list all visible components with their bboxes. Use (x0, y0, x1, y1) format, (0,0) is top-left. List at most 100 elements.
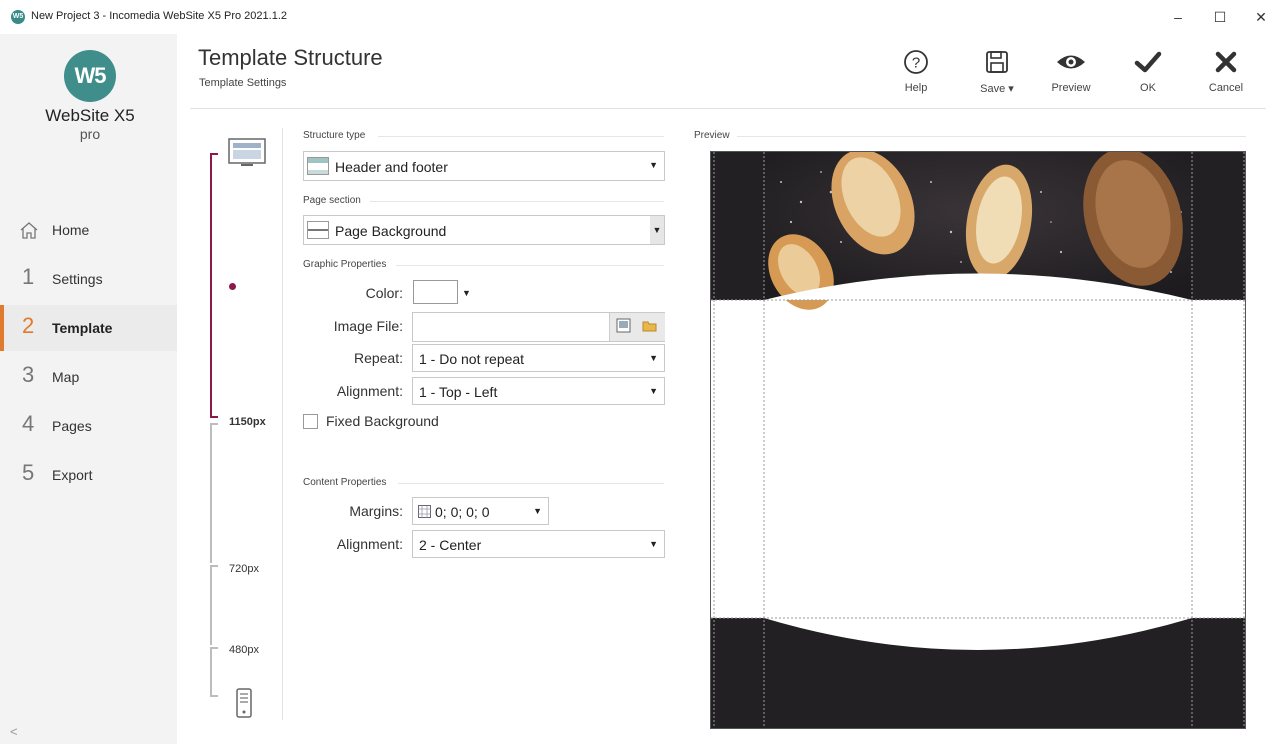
alignment-value: 1 - Top - Left (419, 384, 498, 400)
help-button[interactable]: ? Help (886, 48, 946, 102)
nav-item-settings[interactable]: 1 Settings (0, 256, 177, 302)
svg-text:?: ? (912, 55, 920, 72)
home-icon (20, 222, 38, 239)
page-title: Template Structure (198, 45, 383, 70)
breakpoint-label[interactable]: 720px (229, 563, 259, 575)
nav-item-pages[interactable]: 4 Pages (0, 403, 177, 449)
breakpoint-range (210, 647, 218, 697)
breakpoint-label[interactable]: 1150px (229, 416, 266, 428)
logo-mark: W5 (64, 50, 116, 102)
logo-name: WebSite X5 (45, 106, 135, 125)
structure-type-label: Structure type (303, 130, 366, 141)
image-preview-icon[interactable] (616, 318, 632, 334)
nav-item-label: Pages (52, 418, 92, 434)
color-dropdown-chevron-icon[interactable]: ▼ (462, 288, 471, 298)
chevron-down-icon: ▼ (649, 353, 658, 363)
close-button[interactable]: ✕ (1246, 6, 1276, 28)
group-divider (398, 483, 664, 484)
save-button[interactable]: Save ▾ (967, 48, 1027, 102)
nav-item-number: 5 (22, 460, 35, 485)
group-divider (737, 136, 1246, 137)
header-divider (190, 108, 1266, 109)
nav-item-label: Export (52, 467, 93, 483)
nav-item-template[interactable]: 2 Template (0, 305, 177, 351)
eye-icon (1057, 55, 1085, 69)
minimize-button[interactable]: – (1163, 6, 1193, 28)
folder-open-icon[interactable] (642, 318, 658, 334)
app-icon: W5 (11, 10, 25, 24)
template-preview[interactable] (710, 151, 1246, 729)
page-section-value: Page Background (335, 223, 447, 239)
save-icon (986, 51, 1008, 73)
nav-item-number: 4 (22, 411, 35, 436)
help-label: Help (904, 82, 928, 94)
preview-label: Preview (1051, 82, 1091, 94)
group-divider (396, 265, 664, 266)
nav-item-number: 1 (22, 264, 35, 289)
preview-label: Preview (694, 130, 730, 141)
breakpoint-range (210, 423, 218, 563)
maximize-button[interactable]: ☐ (1205, 6, 1235, 28)
nav-item-label: Settings (52, 271, 103, 287)
structure-type-icon (307, 157, 329, 175)
chevron-down-icon: ▼ (650, 216, 664, 244)
breakpoint-marker[interactable] (229, 283, 236, 290)
page-subtitle: Template Settings (199, 77, 287, 89)
structure-type-value: Header and footer (335, 159, 448, 175)
margins-value: 0; 0; 0; 0 (435, 504, 490, 520)
logo-edition: pro (79, 126, 101, 142)
breakpoint-range-active (210, 153, 218, 418)
window-title: New Project 3 - Incomedia WebSite X5 Pro… (31, 10, 287, 22)
chevron-down-icon: ▼ (533, 506, 542, 516)
fixed-background-checkbox[interactable] (303, 414, 318, 429)
ok-button[interactable]: OK (1118, 48, 1178, 102)
alignment-label: Alignment: (336, 383, 403, 399)
image-file-input[interactable] (412, 312, 665, 342)
page-section-label: Page section (303, 195, 361, 206)
sidebar: W5 WebSite X5 pro Home 1 Settings 2 Temp… (0, 34, 177, 744)
repeat-label: Repeat: (353, 350, 403, 366)
cancel-button[interactable]: Cancel (1196, 48, 1256, 102)
breakpoint-label[interactable]: 480px (229, 644, 259, 656)
ok-label: OK (1140, 82, 1156, 94)
graphic-properties-label: Graphic Properties (303, 259, 387, 270)
collapse-sidebar-button[interactable]: < (10, 724, 18, 739)
desktop-icon[interactable] (228, 138, 266, 168)
content-properties-label: Content Properties (303, 477, 387, 488)
checkmark-icon (1134, 51, 1162, 73)
nav-item-home[interactable]: Home (0, 207, 177, 253)
repeat-select[interactable]: 1 - Do not repeat ▼ (412, 344, 665, 372)
template-preview-canvas (711, 152, 1245, 728)
help-icon: ? (904, 50, 928, 74)
chevron-down-icon: ▼ (649, 160, 658, 170)
structure-type-select[interactable]: Header and footer ▼ (303, 151, 665, 181)
group-divider (370, 201, 664, 202)
nav-item-map[interactable]: 3 Map (0, 354, 177, 400)
ruler-divider (282, 128, 283, 720)
page-section-icon (307, 221, 329, 239)
content-alignment-label: Alignment: (336, 536, 403, 552)
nav-item-label: Home (52, 222, 90, 238)
margins-select[interactable]: 0; 0; 0; 0 ▼ (412, 497, 549, 525)
alignment-select[interactable]: 1 - Top - Left ▼ (412, 377, 665, 405)
page-section-select[interactable]: Page Background ▼ (303, 215, 665, 245)
title-bar: W5 New Project 3 - Incomedia WebSite X5 … (0, 0, 1281, 34)
content-alignment-select[interactable]: 2 - Center ▼ (412, 530, 665, 558)
fixed-background-label[interactable]: Fixed Background (326, 413, 439, 429)
color-label: Color: (365, 285, 403, 301)
save-label: Save ▾ (980, 83, 1014, 95)
content-alignment-value: 2 - Center (419, 537, 482, 553)
nav-item-number: 2 (22, 313, 35, 338)
chevron-down-icon: ▼ (649, 539, 658, 549)
group-divider (378, 136, 664, 137)
nav-item-export[interactable]: 5 Export (0, 452, 177, 498)
margins-grid-icon (418, 505, 431, 518)
preview-button[interactable]: Preview (1041, 48, 1101, 102)
cancel-label: Cancel (1208, 82, 1244, 94)
nav-item-label: Map (52, 369, 80, 385)
chevron-down-icon: ▼ (649, 386, 658, 396)
smartphone-icon[interactable] (236, 688, 252, 718)
breakpoint-range (210, 565, 218, 645)
cancel-x-icon (1215, 51, 1237, 73)
color-swatch[interactable] (413, 280, 458, 304)
